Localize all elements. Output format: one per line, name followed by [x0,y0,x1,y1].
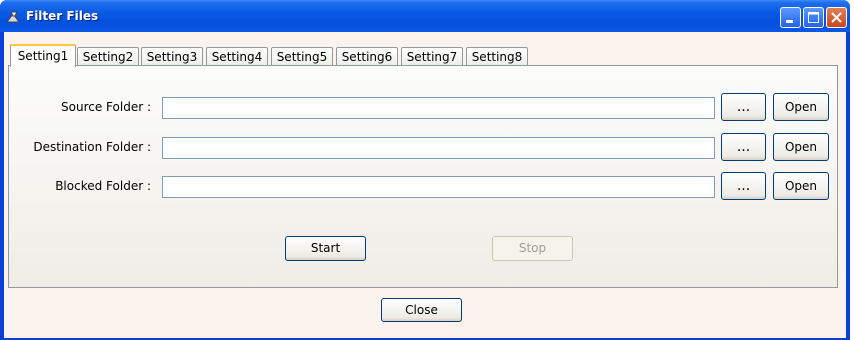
destination-browse-button[interactable]: ... [721,133,766,161]
blocked-folder-input[interactable] [162,176,715,198]
destination-folder-input[interactable] [162,137,715,159]
title-bar[interactable]: Filter Files [0,0,850,32]
settings-panel: Source Folder : ... Open Destination Fol… [8,65,838,288]
close-button[interactable]: Close [381,298,462,322]
tab-setting4[interactable]: Setting4 [206,47,268,67]
app-icon [6,11,20,23]
source-browse-button[interactable]: ... [721,93,766,121]
destination-folder-label: Destination Folder : [33,140,151,154]
filter-files-window: Filter Files Setting1 Setting2 Setting3 … [0,0,850,340]
minimize-icon [786,20,793,23]
window-client-area: Setting1 Setting2 Setting3 Setting4 Sett… [4,32,846,338]
destination-open-button[interactable]: Open [773,133,829,161]
start-button[interactable]: Start [285,236,366,261]
minimize-button[interactable] [780,7,801,28]
source-open-button[interactable]: Open [773,93,829,121]
tab-setting5[interactable]: Setting5 [271,47,333,67]
tab-setting7[interactable]: Setting7 [401,47,463,67]
blocked-open-button[interactable]: Open [773,172,829,200]
maximize-icon [808,12,819,23]
tab-setting8[interactable]: Setting8 [466,47,528,67]
tab-setting3[interactable]: Setting3 [141,47,203,67]
source-folder-label: Source Folder : [61,100,151,114]
tab-setting2[interactable]: Setting2 [77,47,139,67]
tab-setting1[interactable]: Setting1 [10,44,76,67]
source-folder-input[interactable] [162,97,715,119]
blocked-folder-label: Blocked Folder : [55,179,151,193]
maximize-button[interactable] [803,7,824,28]
tab-setting6[interactable]: Setting6 [336,47,398,67]
stop-button[interactable]: Stop [492,236,573,261]
blocked-browse-button[interactable]: ... [721,172,766,200]
window-title: Filter Files [26,9,99,23]
close-window-button[interactable] [826,7,847,28]
close-icon [831,12,842,23]
